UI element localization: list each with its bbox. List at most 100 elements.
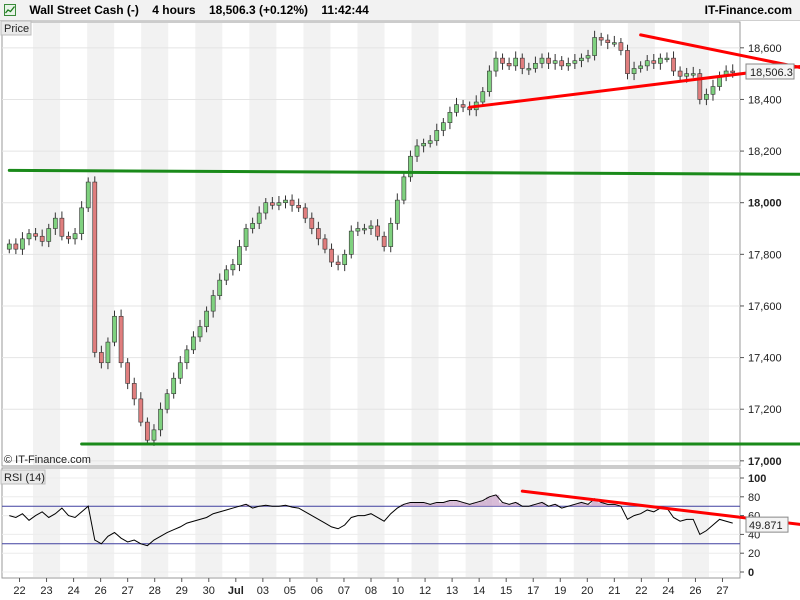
- candle-up: [658, 57, 663, 64]
- candle-up: [105, 341, 111, 364]
- x-tick-label: 27: [716, 585, 728, 597]
- price-y-tick-label: 17,400: [748, 353, 782, 365]
- date-shade-band: [195, 469, 223, 577]
- price-y-tick-label: 18,200: [748, 146, 782, 158]
- current-rsi-value: 49.871: [749, 520, 783, 532]
- candle-up: [26, 233, 32, 240]
- rsi-panel-label: RSI (14): [0, 469, 46, 485]
- candle-up: [480, 91, 486, 103]
- price-y-tick-label: 18,400: [748, 94, 782, 106]
- candle-up: [401, 176, 407, 201]
- x-tick-label: 30: [203, 585, 215, 597]
- x-tick-label: 13: [446, 585, 458, 597]
- candle-up: [585, 55, 591, 59]
- x-tick-label: 05: [284, 585, 296, 597]
- x-tick-label: 20: [581, 585, 593, 597]
- candle-up: [112, 315, 117, 343]
- candle-down: [605, 39, 611, 43]
- candle-down: [145, 421, 150, 441]
- candle-down: [500, 57, 505, 64]
- rsi-overbought-fill: [440, 502, 447, 507]
- candle-down: [118, 315, 124, 364]
- x-tick-label: 03: [257, 585, 269, 597]
- candle-down: [270, 202, 275, 206]
- candle-down: [59, 217, 65, 237]
- candle-up: [210, 295, 216, 312]
- x-tick-label: 22: [635, 585, 647, 597]
- candle-up: [46, 228, 52, 242]
- date-shade-band: [573, 469, 601, 577]
- rsi-y-tick-label: 0: [748, 567, 754, 579]
- candle-up: [631, 68, 637, 74]
- x-tick-label: 10: [392, 585, 404, 597]
- rsi-y-tick-label: 20: [748, 548, 760, 560]
- candle-up: [684, 73, 690, 77]
- candle-up: [171, 377, 177, 395]
- date-shade-band: [195, 23, 223, 465]
- candle-up: [6, 243, 12, 250]
- candle-up: [355, 228, 361, 232]
- current-rsi-badge: 49.871: [745, 516, 789, 533]
- candle-up: [533, 63, 538, 69]
- candle-down: [289, 199, 295, 206]
- candle-up: [276, 202, 282, 206]
- date-shade-band: [33, 23, 61, 465]
- candle-up: [164, 393, 170, 410]
- candle-down: [335, 261, 341, 265]
- candle-down: [651, 60, 657, 64]
- candle-down: [618, 42, 624, 51]
- candle-up: [565, 63, 571, 67]
- candle-down: [322, 238, 328, 250]
- candle-up: [177, 362, 183, 379]
- candle-up: [250, 223, 255, 229]
- candle-up: [394, 199, 400, 224]
- candle-down: [671, 57, 676, 72]
- candle-down: [99, 352, 104, 364]
- x-tick-label: 21: [608, 585, 620, 597]
- candle-up: [539, 57, 545, 64]
- x-tick-label: 24: [67, 585, 79, 597]
- date-shade-band: [627, 469, 655, 577]
- candle-up: [441, 122, 446, 131]
- candle-up: [342, 254, 348, 265]
- x-tick-label: 19: [554, 585, 566, 597]
- date-shade-band: [411, 23, 439, 465]
- candle-up: [690, 73, 696, 76]
- rsi-overbought-fill: [413, 502, 421, 507]
- candle-down: [39, 235, 45, 242]
- candle-down: [125, 362, 131, 384]
- candle-down: [625, 50, 630, 74]
- rsi-gridlines: [2, 469, 740, 577]
- candle-up: [348, 230, 354, 255]
- candle-up: [526, 68, 532, 71]
- date-shade-band: [357, 469, 385, 577]
- date-shade-band: [141, 469, 169, 577]
- candle-up: [263, 202, 269, 214]
- candle-down: [329, 248, 334, 263]
- candle-up: [611, 42, 617, 45]
- candle-up: [217, 279, 223, 296]
- candle-up: [638, 65, 643, 69]
- candle-up: [256, 212, 262, 224]
- x-tick-label: 22: [13, 585, 25, 597]
- candle-up: [388, 223, 394, 247]
- x-tick-label: 28: [149, 585, 161, 597]
- date-shade-band: [681, 469, 709, 577]
- price-y-tick-label: 18,000: [748, 198, 782, 210]
- candle-up: [421, 143, 426, 147]
- date-shade-band: [249, 469, 277, 577]
- candle-up: [85, 181, 91, 209]
- date-shade-band: [681, 23, 709, 465]
- x-tick-label: 17: [527, 585, 539, 597]
- candle-down: [677, 70, 683, 77]
- candle-down: [546, 57, 551, 64]
- date-shade-band: [627, 23, 655, 465]
- candle-down: [296, 204, 301, 209]
- candle-up: [223, 269, 229, 281]
- candle-up: [664, 57, 670, 60]
- x-tick-label: 12: [419, 585, 431, 597]
- date-shade-band: [465, 469, 493, 577]
- candle-up: [579, 57, 584, 62]
- candle-up: [434, 130, 440, 142]
- candle-down: [138, 398, 144, 423]
